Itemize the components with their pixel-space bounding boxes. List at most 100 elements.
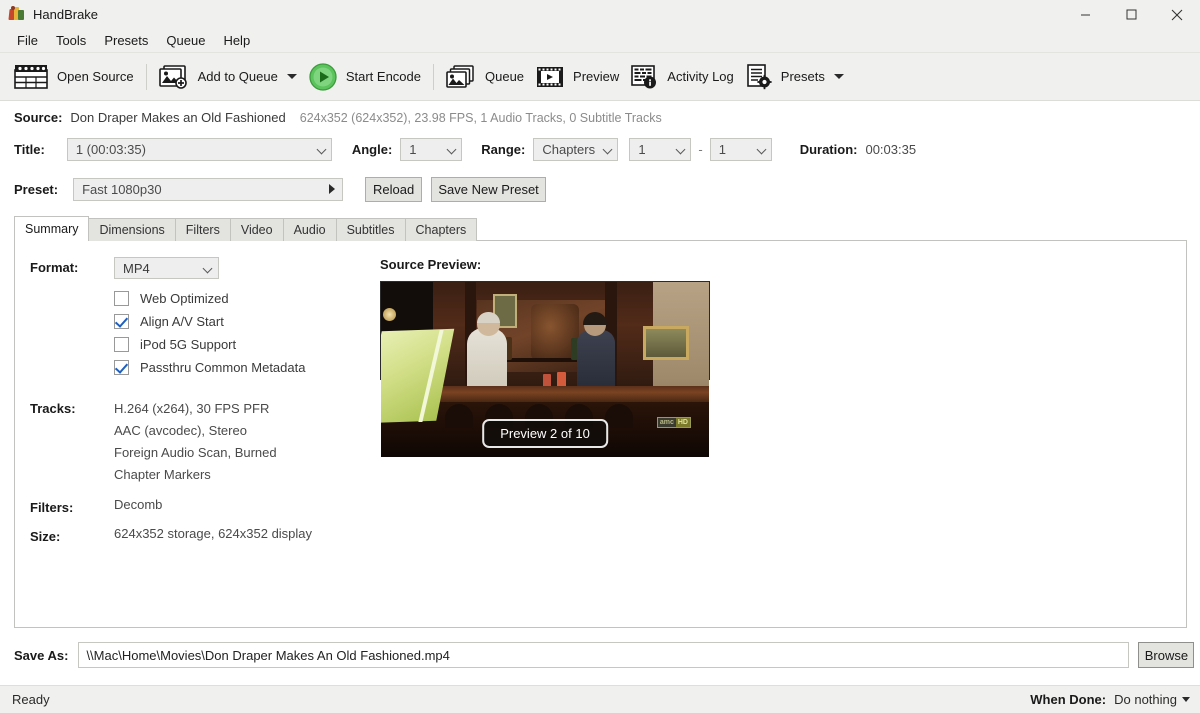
log-info-icon — [631, 64, 657, 88]
amc-watermark-icon: amc HD — [656, 417, 691, 428]
size-row: Size: 624x352 storage, 624x352 display — [30, 526, 380, 544]
play-circle-icon — [309, 62, 337, 91]
window-title: HandBrake — [33, 6, 99, 22]
preview-frame[interactable]: amc HD Preview 2 of 10 — [380, 281, 710, 457]
presets-button[interactable]: Presets — [740, 57, 850, 97]
preset-select-value: Fast 1080p30 — [82, 181, 162, 197]
tab-chapters[interactable]: Chapters — [404, 218, 478, 241]
stacked-images-icon — [446, 64, 474, 88]
open-source-button[interactable]: Open Source — [8, 57, 140, 97]
add-to-queue-label: Add to Queue — [197, 69, 278, 84]
main-toolbar: Open Source Add to Queue Start Encode Qu… — [0, 53, 1200, 101]
angle-select[interactable]: 1 — [400, 138, 463, 161]
save-as-input[interactable]: \\Mac\Home\Movies\Don Draper Makes An Ol… — [78, 642, 1130, 668]
menu-item-tools[interactable]: Tools — [47, 30, 95, 52]
track-line: AAC (avcodec), Stereo — [114, 423, 247, 438]
format-select[interactable]: MP4 — [114, 257, 219, 279]
reload-preset-button[interactable]: Reload — [365, 176, 423, 202]
checkbox-web-optimized[interactable]: Web Optimized — [114, 287, 380, 310]
checkbox-label: Passthru Common Metadata — [140, 360, 306, 375]
checkbox-label: Web Optimized — [140, 291, 229, 306]
save-new-preset-button[interactable]: Save New Preset — [431, 176, 547, 202]
status-bar: Ready When Done: Do nothing — [0, 685, 1200, 713]
duration-label: Duration: — [799, 142, 858, 157]
menu-item-help[interactable]: Help — [214, 30, 259, 52]
when-done-label: When Done: — [1030, 692, 1107, 707]
activity-log-button[interactable]: Activity Log — [625, 57, 739, 97]
tab-filters[interactable]: Filters — [174, 218, 231, 241]
range-start-select[interactable]: 1 — [629, 138, 692, 161]
size-value: 624x352 storage, 624x352 display — [114, 526, 313, 541]
format-row: Format: MP4 — [30, 257, 380, 279]
format-options-group: Web Optimized Align A/V Start iPod 5G Su… — [114, 287, 380, 379]
tab-subtitles[interactable]: Subtitles — [335, 218, 406, 241]
source-preview-title: Source Preview: — [380, 257, 482, 272]
tab-strip: Summary Dimensions Filters Video Audio S… — [14, 216, 1187, 241]
window-controls — [1062, 0, 1200, 29]
start-encode-button[interactable]: Start Encode — [303, 57, 427, 97]
film-clapper-icon — [14, 64, 48, 89]
chevron-down-icon — [677, 145, 686, 154]
angle-label: Angle: — [351, 142, 393, 157]
toolbar-separator — [145, 63, 147, 90]
menu-item-file[interactable]: File — [8, 30, 47, 52]
presets-label: Presets — [780, 69, 825, 84]
range-start-value: 1 — [638, 142, 646, 157]
checkbox-icon[interactable] — [114, 337, 129, 352]
range-separator: - — [698, 142, 703, 157]
add-to-queue-button[interactable]: Add to Queue — [153, 57, 303, 97]
checkbox-ipod-5g-support[interactable]: iPod 5G Support — [114, 333, 380, 356]
track-line: Foreign Audio Scan, Burned — [114, 445, 277, 460]
status-text: Ready — [12, 692, 50, 707]
title-select-value: 1 (00:03:35) — [75, 142, 146, 157]
summary-content: Format: MP4 Web Optimized Align A/V Star… — [15, 241, 1186, 544]
title-select[interactable]: 1 (00:03:35) — [66, 138, 332, 161]
filters-label: Filters: — [30, 500, 74, 515]
preview-image: amc HD Preview 2 of 10 — [381, 282, 709, 457]
maximize-icon[interactable] — [1108, 0, 1154, 29]
range-type-select[interactable]: Chapters — [533, 138, 619, 161]
tracks-label: Tracks: — [30, 401, 76, 416]
add-image-icon — [158, 64, 187, 89]
format-label: Format: — [30, 260, 79, 275]
preset-row: Preset: Fast 1080p30 Reload Save New Pre… — [0, 173, 1200, 205]
checkbox-passthru-common-metadata[interactable]: Passthru Common Metadata — [114, 356, 380, 379]
checkbox-label: Align A/V Start — [140, 314, 224, 329]
checkbox-checked-icon[interactable] — [114, 314, 129, 329]
preview-button[interactable]: Preview — [530, 57, 625, 97]
checkbox-checked-icon[interactable] — [114, 360, 129, 375]
minimize-icon[interactable] — [1062, 0, 1108, 29]
source-name: Don Draper Makes an Old Fashioned — [70, 110, 286, 125]
checkbox-align-av-start[interactable]: Align A/V Start — [114, 310, 380, 333]
checkbox-icon[interactable] — [114, 291, 129, 306]
close-icon[interactable] — [1154, 0, 1200, 29]
menu-item-presets[interactable]: Presets — [95, 30, 157, 52]
when-done-control[interactable]: When Done: Do nothing — [1030, 692, 1190, 707]
activity-log-label: Activity Log — [667, 69, 734, 84]
tracks-list: H.264 (x264), 30 FPS PFR AAC (avcodec), … — [114, 398, 277, 486]
tab-audio[interactable]: Audio — [282, 218, 337, 241]
chevron-down-icon — [204, 264, 213, 273]
title-label: Title: — [14, 142, 45, 157]
source-preview-section: Source Preview: amc HD Preview 2 of 10 — [380, 257, 710, 544]
tab-video[interactable]: Video — [229, 218, 284, 241]
chevron-down-icon — [318, 145, 327, 154]
tab-dimensions[interactable]: Dimensions — [88, 218, 176, 241]
chevron-down-icon[interactable] — [286, 74, 297, 79]
start-encode-label: Start Encode — [345, 69, 421, 84]
filters-value: Decomb — [114, 497, 163, 512]
browse-button[interactable]: Browse — [1138, 642, 1195, 668]
checkbox-label: iPod 5G Support — [140, 337, 237, 352]
chevron-down-icon[interactable] — [833, 74, 844, 79]
preset-select[interactable]: Fast 1080p30 — [73, 177, 344, 201]
chevron-down-icon — [604, 145, 613, 154]
title-angle-range-row: Title: 1 (00:03:35) Angle: 1 Range: Chap… — [0, 133, 1200, 166]
queue-button[interactable]: Queue — [440, 57, 530, 97]
chevron-down-icon[interactable] — [1182, 697, 1190, 702]
menu-item-queue[interactable]: Queue — [157, 30, 214, 52]
range-end-select[interactable]: 1 — [709, 138, 772, 161]
tab-summary[interactable]: Summary — [14, 216, 90, 241]
queue-label: Queue — [485, 69, 525, 84]
handbrake-cocktail-icon — [8, 6, 25, 22]
chevron-down-icon — [448, 145, 457, 154]
